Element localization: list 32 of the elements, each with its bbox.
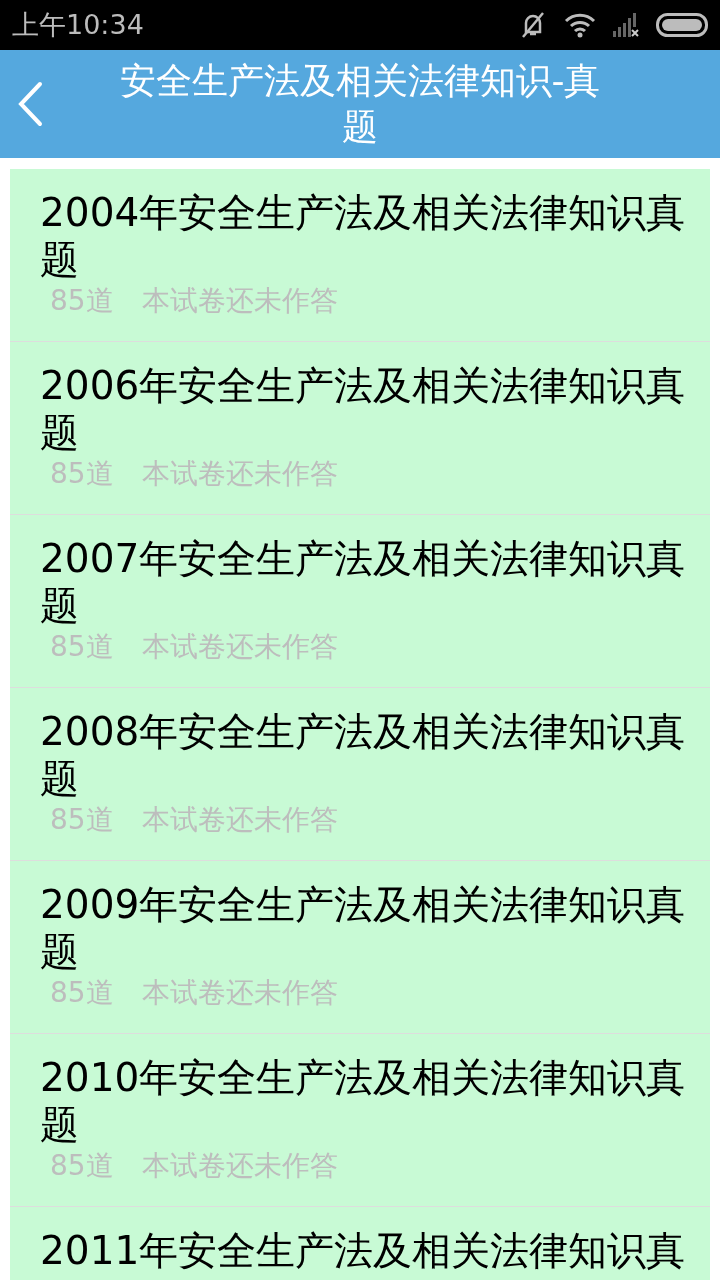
answer-status: 本试卷还未作答: [141, 802, 338, 838]
paper-title: 2011年安全生产法及相关法律知识真: [40, 1227, 687, 1274]
paper-title: 2010年安全生产法及相关法律知识真题: [40, 1054, 687, 1148]
question-count: 85道: [50, 283, 114, 319]
question-count: 85道: [50, 629, 114, 665]
answer-status: 本试卷还未作答: [141, 456, 338, 492]
paper-title: 2004年安全生产法及相关法律知识真题: [40, 189, 687, 283]
paper-title: 2006年安全生产法及相关法律知识真题: [40, 362, 687, 456]
paper-title: 2008年安全生产法及相关法律知识真题: [40, 708, 687, 802]
paper-title: 2007年安全生产法及相关法律知识真题: [40, 535, 687, 629]
question-count: 85道: [50, 456, 114, 492]
page-title: 安全生产法及相关法律知识-真题: [118, 59, 602, 149]
battery-icon: [656, 13, 708, 37]
status-time: 上午10:34: [12, 7, 144, 42]
paper-list-item[interactable]: 2007年安全生产法及相关法律知识真题 85道 本试卷还未作答: [10, 515, 710, 688]
question-count: 85道: [50, 975, 114, 1011]
paper-list-item[interactable]: 2010年安全生产法及相关法律知识真题 85道 本试卷还未作答: [10, 1034, 710, 1207]
paper-list-item[interactable]: 2004年安全生产法及相关法律知识真题 85道 本试卷还未作答: [10, 169, 710, 342]
paper-list-item[interactable]: 2008年安全生产法及相关法律知识真题 85道 本试卷还未作答: [10, 688, 710, 861]
question-count: 85道: [50, 802, 114, 838]
signal-icon: [612, 12, 640, 38]
answer-status: 本试卷还未作答: [141, 1148, 338, 1184]
answer-status: 本试卷还未作答: [141, 283, 338, 319]
question-count: 85道: [50, 1148, 114, 1184]
answer-status: 本试卷还未作答: [141, 975, 338, 1011]
back-icon[interactable]: [16, 81, 44, 127]
paper-list-item[interactable]: 2006年安全生产法及相关法律知识真题 85道 本试卷还未作答: [10, 342, 710, 515]
wifi-icon: [564, 12, 596, 38]
paper-list-item[interactable]: 2009年安全生产法及相关法律知识真题 85道 本试卷还未作答: [10, 861, 710, 1034]
paper-list-item[interactable]: 2011年安全生产法及相关法律知识真: [10, 1207, 710, 1280]
answer-status: 本试卷还未作答: [141, 629, 338, 665]
paper-title: 2009年安全生产法及相关法律知识真题: [40, 881, 687, 975]
